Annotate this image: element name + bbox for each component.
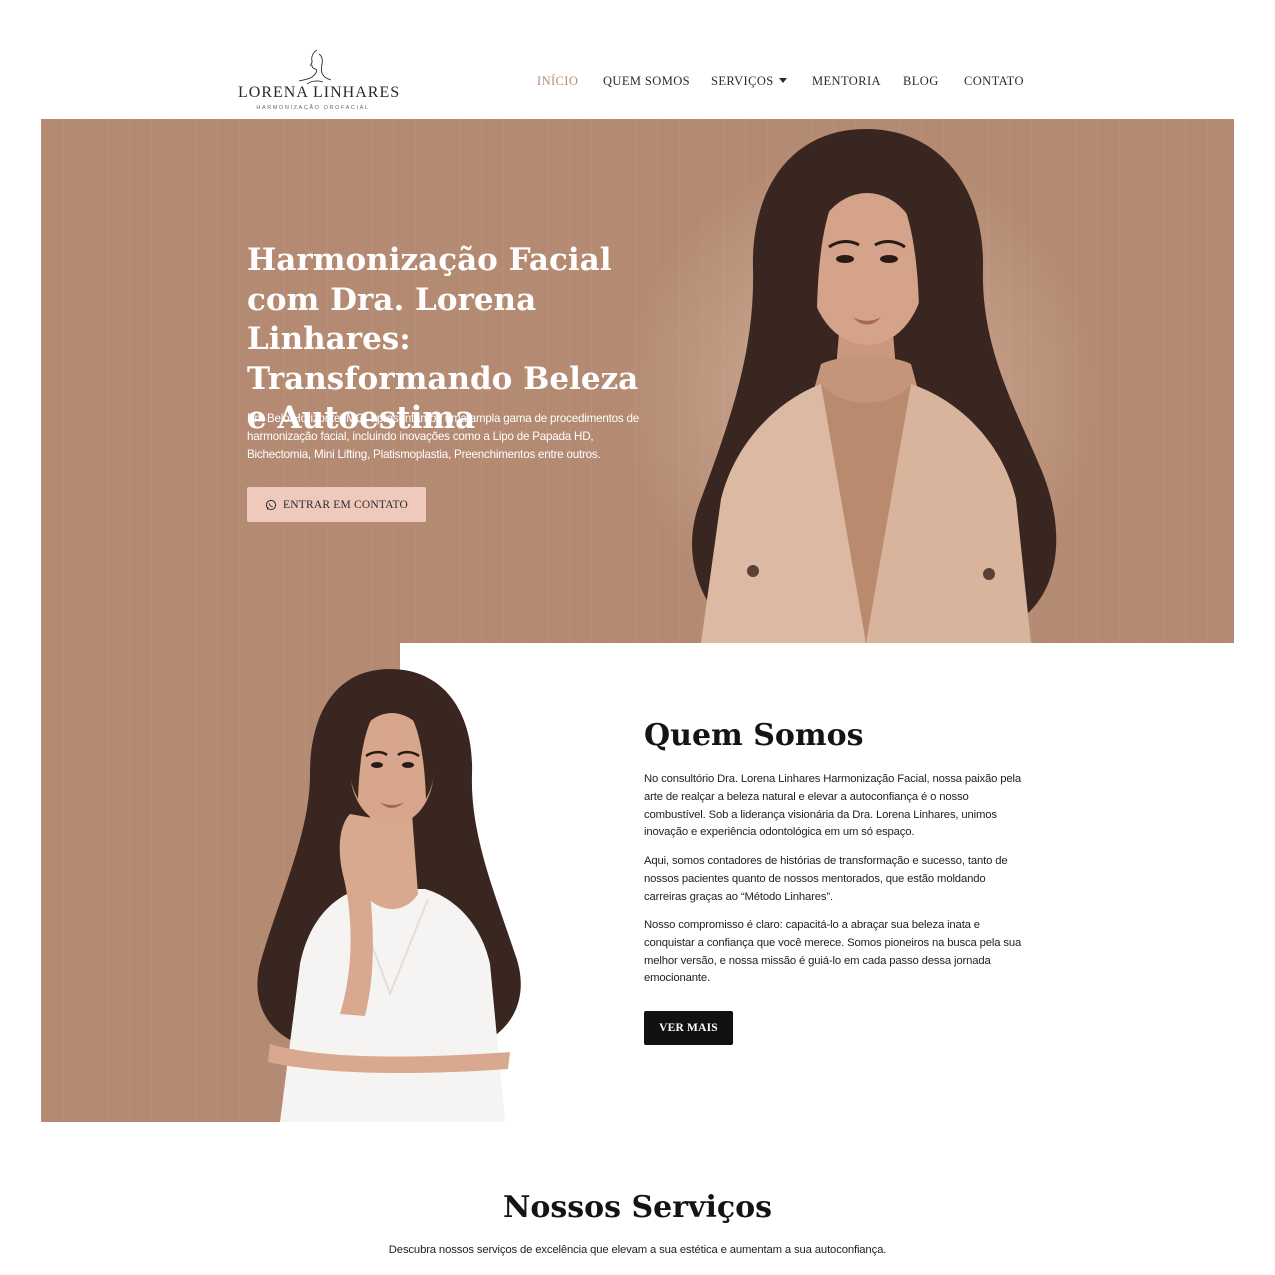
nav-item-contato[interactable]: CONTATO: [964, 74, 1024, 89]
about-portrait-image: [257, 669, 521, 1122]
hero-description: Em Belo Horizonte, MG, apresentamos uma …: [247, 412, 639, 461]
about-paragraph-2: Aqui, somos contadores de histórias de t…: [644, 855, 1008, 903]
hero-title: Harmonização Facial com Dra. Lorena Linh…: [247, 242, 639, 436]
contact-button-label: ENTRAR EM CONTATO: [283, 498, 408, 511]
services-subtitle: Descubra nossos serviços de excelência q…: [388, 1244, 887, 1256]
nav-item-servicos-label: SERVIÇOS: [711, 74, 774, 88]
about-paragraph-3: Nosso compromisso é claro: capacitá-lo a…: [644, 919, 1022, 985]
nav-item-blog[interactable]: BLOG: [903, 74, 939, 89]
nav-item-quem-somos[interactable]: QUEM SOMOS: [603, 74, 690, 89]
face-line-art-logo-icon: [298, 49, 332, 85]
chevron-down-icon: [778, 78, 787, 83]
hero-section: Harmonização Facial com Dra. Lorena Linh…: [41, 119, 1234, 643]
logo-tagline: HARMONIZAÇÃO OROFACIAL: [256, 105, 370, 111]
nav-item-servicos[interactable]: SERVIÇOS: [711, 74, 787, 89]
hero-portrait-image: [692, 129, 1057, 643]
see-more-button[interactable]: VER MAIS: [644, 1011, 733, 1045]
logo-name: LORENA LINHARES: [238, 84, 401, 101]
about-title: Quem Somos: [644, 718, 864, 753]
whatsapp-icon: [265, 499, 277, 510]
site-logo[interactable]: LORENA LINHARES HARMONIZAÇÃO OROFACIAL: [238, 48, 401, 114]
nav-item-inicio[interactable]: INÍCIO: [537, 74, 578, 89]
services-title: Nossos Serviços: [502, 1190, 773, 1225]
about-paragraph-1: No consultório Dra. Lorena Linhares Harm…: [644, 773, 1021, 839]
nav-item-mentoria[interactable]: MENTORIA: [812, 74, 881, 89]
contact-button[interactable]: ENTRAR EM CONTATO: [247, 487, 426, 522]
